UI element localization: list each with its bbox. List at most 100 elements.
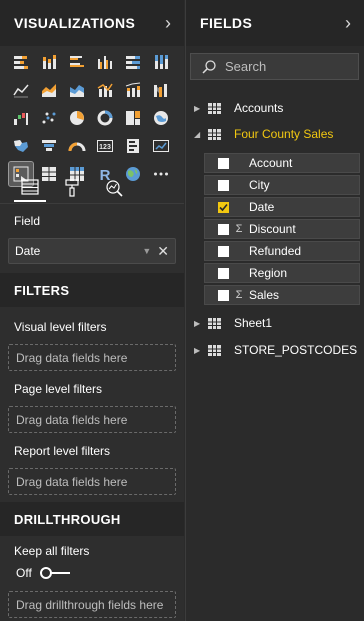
visualization-gallery: 123 R xyxy=(8,50,175,187)
table-accounts[interactable]: ▶ Accounts xyxy=(194,98,283,118)
field-name: Date xyxy=(249,200,275,214)
visualization-tabs xyxy=(14,174,174,202)
waterfall-chart-icon[interactable] xyxy=(9,106,33,130)
line-chart-icon[interactable] xyxy=(9,78,33,102)
fields-tab-icon[interactable] xyxy=(14,174,46,202)
visualizations-header: VISUALIZATIONS › xyxy=(0,0,184,46)
table-icon xyxy=(208,128,221,140)
kpi-icon[interactable] xyxy=(149,134,173,158)
field-discount[interactable]: Σ Discount xyxy=(204,219,360,239)
search-box[interactable] xyxy=(190,53,359,80)
divider xyxy=(0,203,184,204)
field-name: City xyxy=(249,178,270,192)
chevron-right-icon: ▶ xyxy=(194,103,201,113)
toggle-switch[interactable] xyxy=(39,566,70,580)
fields-header: FIELDS › xyxy=(186,0,364,46)
chevron-right-icon[interactable]: › xyxy=(165,14,171,32)
table-name: Accounts xyxy=(234,101,284,115)
stacked-bar-chart-icon[interactable] xyxy=(9,50,33,74)
format-tab-icon[interactable] xyxy=(56,174,88,202)
table-name: STORE_POSTCODES xyxy=(234,343,358,357)
field-well-label: Field xyxy=(14,214,41,228)
search-input[interactable] xyxy=(225,59,355,74)
line-column-chart-icon[interactable] xyxy=(93,78,117,102)
field-well-value[interactable]: Date ▼ ✕ xyxy=(8,238,176,264)
stacked-area-chart-icon[interactable] xyxy=(65,78,89,102)
checkmark-icon xyxy=(219,203,228,211)
clustered-column-chart-icon[interactable] xyxy=(93,50,117,74)
table-four-county-sales[interactable]: ◢ Four County Sales xyxy=(194,124,333,144)
drillthrough-header: DRILLTHROUGH xyxy=(0,502,184,536)
checkbox[interactable] xyxy=(218,223,229,235)
checkbox[interactable] xyxy=(218,157,229,169)
table-name: Four County Sales xyxy=(234,127,334,141)
visual-level-filters-label: Visual level filters xyxy=(14,320,107,334)
line-stacked-column-chart-icon[interactable] xyxy=(121,78,145,102)
sigma-icon: Σ xyxy=(235,223,243,235)
drillthrough-drop[interactable]: Drag drillthrough fields here xyxy=(8,591,176,618)
table-icon xyxy=(208,102,221,114)
toggle-state-label: Off xyxy=(16,566,32,580)
checkbox[interactable] xyxy=(218,179,229,191)
page-level-filters-drop[interactable]: Drag data fields here xyxy=(8,406,176,433)
funnel-icon[interactable] xyxy=(37,134,61,158)
ribbon-chart-icon[interactable] xyxy=(149,78,173,102)
filled-map-icon[interactable] xyxy=(9,134,33,158)
analytics-tab-icon[interactable] xyxy=(98,174,130,202)
gauge-icon[interactable] xyxy=(65,134,89,158)
table-icon xyxy=(208,344,221,356)
report-level-filters-drop[interactable]: Drag data fields here xyxy=(8,468,176,495)
field-name: Sales xyxy=(249,288,280,302)
chevron-right-icon: ▶ xyxy=(194,345,201,355)
keep-all-filters-label: Keep all filters xyxy=(14,544,90,558)
chevron-down-icon[interactable]: ▼ xyxy=(142,246,151,256)
field-well-text: Date xyxy=(15,244,41,258)
table-sheet1[interactable]: ▶ Sheet1 xyxy=(194,313,272,333)
treemap-icon[interactable] xyxy=(121,106,145,130)
keep-all-filters-toggle[interactable]: Off xyxy=(16,566,70,580)
field-name: Refunded xyxy=(249,244,302,258)
chevron-right-icon[interactable]: › xyxy=(345,14,351,32)
stacked-column-chart-icon[interactable] xyxy=(37,50,61,74)
card-icon[interactable]: 123 xyxy=(93,134,117,158)
table-name: Sheet1 xyxy=(234,316,273,330)
search-icon xyxy=(202,59,216,74)
field-account[interactable]: Account xyxy=(204,153,360,173)
fields-title: FIELDS xyxy=(200,15,253,31)
checkbox-checked[interactable] xyxy=(218,201,229,213)
report-level-filters-label: Report level filters xyxy=(14,444,111,458)
close-icon[interactable]: ✕ xyxy=(157,243,169,260)
chevron-right-icon: ▶ xyxy=(194,318,201,328)
field-name: Account xyxy=(249,156,293,170)
filters-header: FILTERS xyxy=(0,273,184,307)
donut-chart-icon[interactable] xyxy=(93,106,117,130)
fields-pane: FIELDS › ▶ Accounts ◢ Four County Sales … xyxy=(185,0,364,621)
field-name: Discount xyxy=(249,222,296,236)
scatter-chart-icon[interactable] xyxy=(37,106,61,130)
checkbox[interactable] xyxy=(218,245,229,257)
chevron-expanded-icon: ◢ xyxy=(194,129,201,139)
field-region[interactable]: Region xyxy=(204,263,360,283)
page-level-filters-label: Page level filters xyxy=(14,382,103,396)
visualizations-pane: VISUALIZATIONS › 123 R Field Date ▼ ✕ FI… xyxy=(0,0,184,621)
table-store-postcodes[interactable]: ▶ STORE_POSTCODES xyxy=(194,340,357,360)
field-sales[interactable]: Σ Sales xyxy=(204,285,360,305)
field-city[interactable]: City xyxy=(204,175,360,195)
map-icon[interactable] xyxy=(149,106,173,130)
pie-chart-icon[interactable] xyxy=(65,106,89,130)
svg-text:123: 123 xyxy=(99,144,111,151)
100-percent-bar-chart-icon[interactable] xyxy=(121,50,145,74)
visual-level-filters-drop[interactable]: Drag data fields here xyxy=(8,344,176,371)
checkbox[interactable] xyxy=(218,267,229,279)
multi-row-card-icon[interactable] xyxy=(121,134,145,158)
clustered-bar-chart-icon[interactable] xyxy=(65,50,89,74)
field-refunded[interactable]: Refunded xyxy=(204,241,360,261)
checkbox[interactable] xyxy=(218,289,229,301)
area-chart-icon[interactable] xyxy=(37,78,61,102)
100-percent-column-chart-icon[interactable] xyxy=(149,50,173,74)
visualizations-title: VISUALIZATIONS xyxy=(14,15,136,31)
field-date[interactable]: Date xyxy=(204,197,360,217)
sigma-icon: Σ xyxy=(235,289,243,301)
field-name: Region xyxy=(249,266,288,280)
table-icon xyxy=(208,317,221,329)
